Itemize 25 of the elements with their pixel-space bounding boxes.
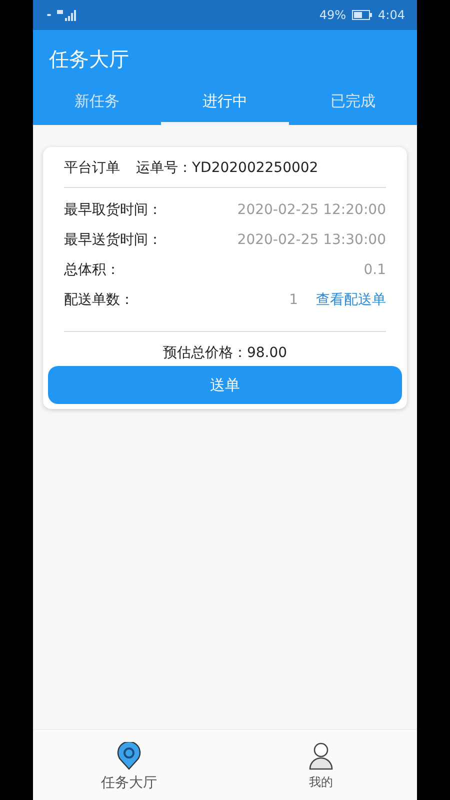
signal-icon — [57, 10, 79, 20]
view-link[interactable]: 查看配送单 — [316, 291, 386, 309]
tab[interactable]: 进行中 — [161, 78, 289, 125]
dispatch-button[interactable]: 送单 — [48, 366, 402, 404]
field-label: 最早取货时间： — [64, 201, 162, 219]
waybill-number: 运单号：YD202002250002 — [136, 159, 318, 177]
person-icon — [308, 742, 334, 770]
status-time: 4:04 — [378, 8, 405, 22]
nav-item[interactable]: 任务大厅 — [33, 730, 225, 800]
battery-icon — [352, 10, 372, 20]
field-label: 配送单数： — [64, 291, 134, 309]
field-label: 最早送货时间： — [64, 231, 162, 249]
tab[interactable]: 新任务 — [33, 78, 161, 125]
tab[interactable]: 已完成 — [289, 78, 417, 125]
field-value: 2020-02-25 12:20:00 — [237, 202, 386, 218]
estimated-price: 预估总价格：98.00 — [162, 344, 288, 363]
order-source: 平台订单 — [64, 159, 120, 177]
field-label: 总体积： — [64, 261, 120, 279]
field-value: 1 — [289, 292, 298, 308]
battery-percent: 49% — [319, 8, 346, 22]
page-title: 任务大厅 — [48, 46, 130, 73]
nav-item[interactable]: 我的 — [225, 730, 417, 800]
field-value: 0.1 — [364, 262, 386, 278]
field-value: 2020-02-25 13:30:00 — [237, 232, 386, 248]
location-pin-icon — [116, 742, 142, 770]
